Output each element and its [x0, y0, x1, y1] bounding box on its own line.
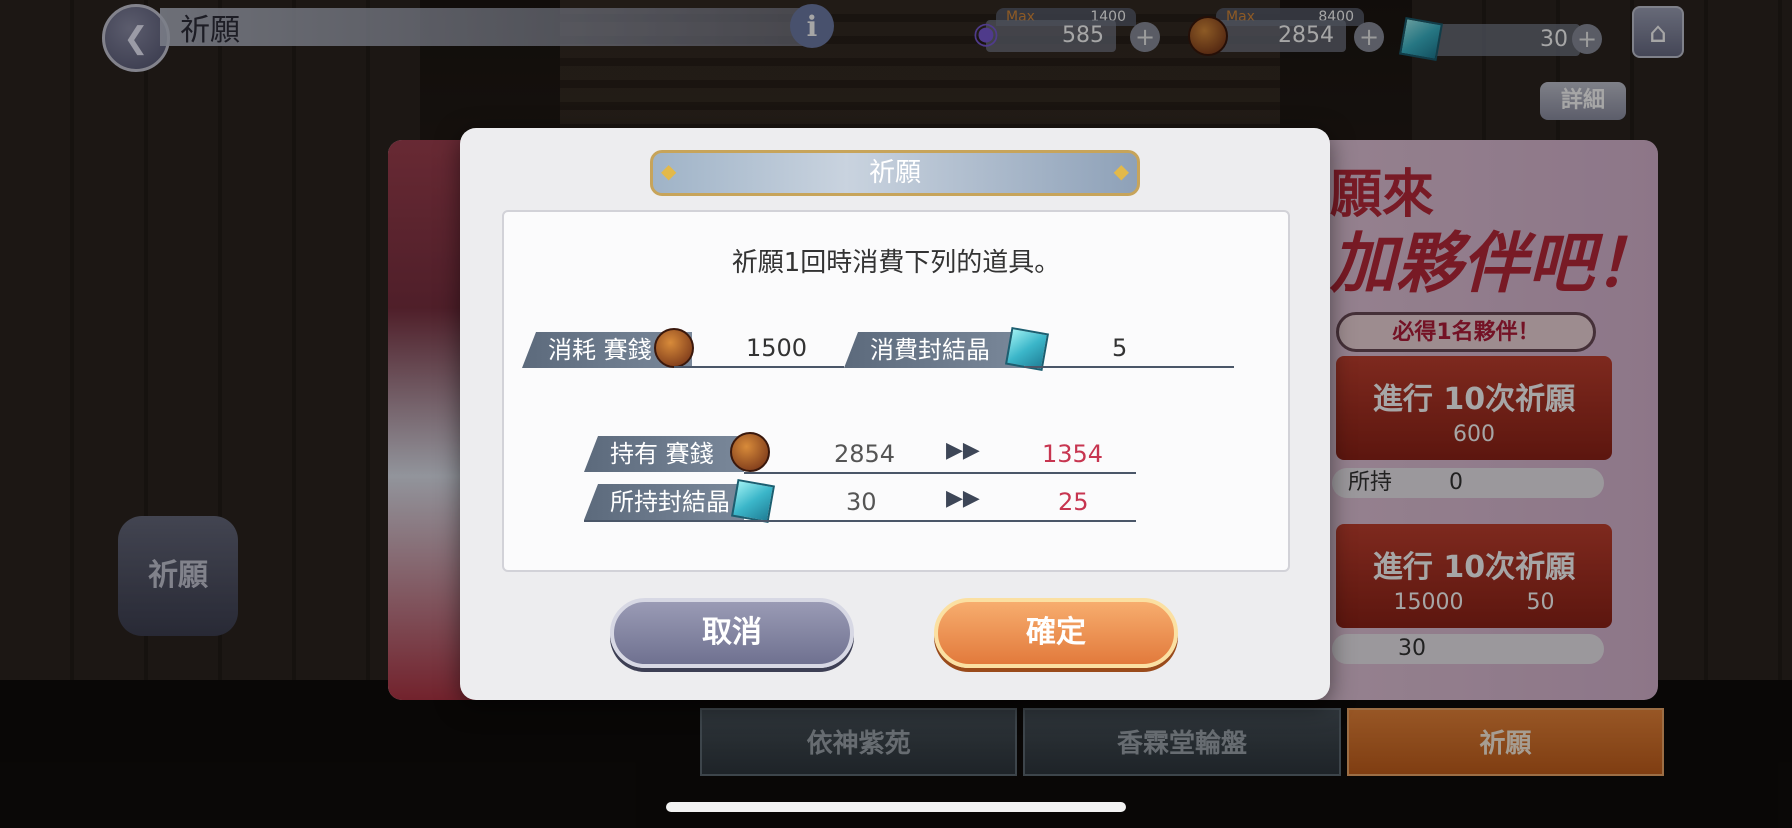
own-crystal-before: 30 [846, 488, 877, 516]
cost-crystal-label: 消費封結晶 [844, 332, 1024, 368]
own-coin-underline [744, 472, 1136, 474]
cost-crystal-value: 5 [1112, 334, 1128, 362]
diamond-left-icon: ◆ [661, 159, 677, 183]
own-crystal-label: 所持封結晶 [584, 484, 744, 520]
own-crystal-after: 25 [1058, 488, 1089, 516]
seal-crystal-icon [1004, 326, 1050, 372]
diamond-right-icon: ◆ [1113, 159, 1129, 183]
dialog-title-bar: ◆ 祈願 ◆ [650, 150, 1140, 196]
own-coin-before: 2854 [834, 440, 896, 468]
cost-coin-value: 1500 [746, 334, 808, 362]
wish-confirm-dialog: ◆ 祈願 ◆ 祈願1回時消費下列的道具。 消耗 賽錢 1500 消費封結晶 5 … [460, 128, 1330, 700]
arrow-right-icon: ▶▶ [946, 486, 980, 511]
cost-crystal-underline [1024, 366, 1234, 368]
cancel-button[interactable]: 取消 [610, 598, 854, 668]
dialog-content-panel: 祈願1回時消費下列的道具。 消耗 賽錢 1500 消費封結晶 5 持有 賽錢 2… [502, 210, 1290, 572]
own-coin-after: 1354 [1042, 440, 1104, 468]
arrow-right-icon: ▶▶ [946, 438, 980, 463]
cost-coin-underline [674, 366, 844, 368]
offering-coin-icon [730, 432, 770, 472]
own-coin-label: 持有 賽錢 [584, 436, 744, 472]
home-indicator[interactable] [666, 802, 1126, 812]
seal-crystal-icon [730, 478, 776, 524]
offering-coin-icon [654, 328, 694, 368]
dialog-title: 祈願 [868, 158, 921, 188]
own-crystal-underline [584, 520, 1136, 522]
confirm-button[interactable]: 確定 [934, 598, 1178, 668]
dialog-message: 祈願1回時消費下列的道具。 [731, 248, 1061, 278]
